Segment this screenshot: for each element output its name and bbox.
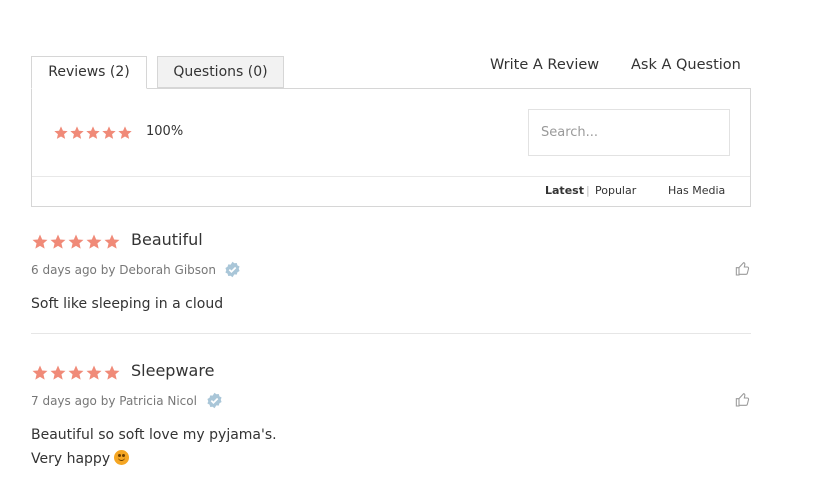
star-icon: [118, 126, 132, 139]
review-body-line: Soft like sleeping in a cloud: [31, 296, 224, 312]
thumbs-up-icon[interactable]: [735, 392, 751, 412]
summary-percent: 100%: [146, 124, 184, 139]
star-icon: [68, 234, 84, 249]
review-body: Beautiful so soft love my pyjama's. Very…: [31, 423, 277, 471]
star-icon: [54, 126, 68, 139]
tab-questions[interactable]: Questions (0): [157, 56, 284, 88]
tab-reviews[interactable]: Reviews (2): [31, 56, 147, 89]
star-icon: [86, 365, 102, 380]
review-body-text: Very happy: [31, 451, 111, 467]
star-icon: [32, 234, 48, 249]
thumbs-up-icon[interactable]: [735, 261, 751, 281]
sort-latest[interactable]: Latest: [545, 184, 584, 197]
sort-separator: |: [586, 184, 590, 197]
review-title: Sleepware: [131, 361, 215, 380]
star-icon: [68, 365, 84, 380]
summary-star-rating: [53, 125, 133, 141]
review-star-rating: [31, 233, 121, 251]
review-body-line: Very happy: [31, 447, 277, 471]
review-meta: 6 days ago by Deborah Gibson: [31, 263, 216, 277]
star-icon: [104, 234, 120, 249]
star-icon: [104, 365, 120, 380]
review-title: Beautiful: [131, 230, 203, 249]
review-star-rating: [31, 364, 121, 382]
star-icon: [32, 365, 48, 380]
smiling-face-emoji-icon: [114, 450, 130, 465]
panel-divider: [32, 176, 750, 177]
write-review-link[interactable]: Write A Review: [490, 57, 599, 73]
review-meta: 7 days ago by Patricia Nicol: [31, 394, 197, 408]
sort-has-media[interactable]: Has Media: [668, 184, 725, 197]
star-icon: [50, 365, 66, 380]
ask-question-link[interactable]: Ask A Question: [631, 57, 741, 73]
star-icon: [86, 126, 100, 139]
search-input[interactable]: [528, 109, 730, 156]
review-body: Soft like sleeping in a cloud: [31, 292, 223, 316]
star-icon: [102, 126, 116, 139]
sort-popular[interactable]: Popular: [595, 184, 636, 197]
review-divider: [31, 333, 751, 334]
star-icon: [86, 234, 102, 249]
verified-badge-icon: [224, 261, 241, 282]
reviews-summary-panel: 100% Latest | Popular Has Media: [31, 88, 751, 207]
star-icon: [70, 126, 84, 139]
star-icon: [50, 234, 66, 249]
review-body-line: Beautiful so soft love my pyjama's.: [31, 427, 277, 443]
verified-badge-icon: [206, 392, 223, 413]
